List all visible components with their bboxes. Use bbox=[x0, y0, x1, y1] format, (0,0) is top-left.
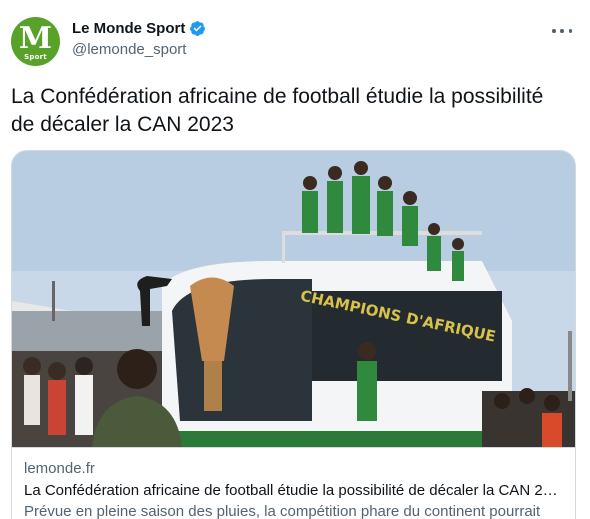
tweet: M Sport Le Monde Sport @lemonde_sport La… bbox=[0, 0, 590, 519]
link-card[interactable]: CHAMPIONS D'AFRIQUE lemonde.fr La Conféd… bbox=[11, 150, 576, 519]
card-domain: lemonde.fr bbox=[24, 460, 95, 477]
card-description: Prévue en pleine saison des pluies, la c… bbox=[24, 503, 541, 519]
avatar-letter: M bbox=[18, 20, 53, 56]
author-name-row: Le Monde Sport bbox=[72, 20, 206, 37]
avatar-caption: Sport bbox=[24, 52, 47, 61]
card-divider bbox=[12, 447, 575, 448]
tweet-text: La Confédération africaine de football é… bbox=[11, 85, 544, 136]
avatar[interactable]: M Sport bbox=[11, 17, 60, 66]
author-handle[interactable]: @lemonde_sport bbox=[72, 41, 186, 58]
card-image[interactable]: CHAMPIONS D'AFRIQUE bbox=[12, 151, 576, 447]
display-name[interactable]: Le Monde Sport bbox=[72, 20, 185, 37]
verified-badge-icon bbox=[190, 21, 206, 36]
card-title[interactable]: La Confédération africaine de football é… bbox=[24, 482, 564, 499]
more-options-icon[interactable] bbox=[552, 24, 572, 38]
